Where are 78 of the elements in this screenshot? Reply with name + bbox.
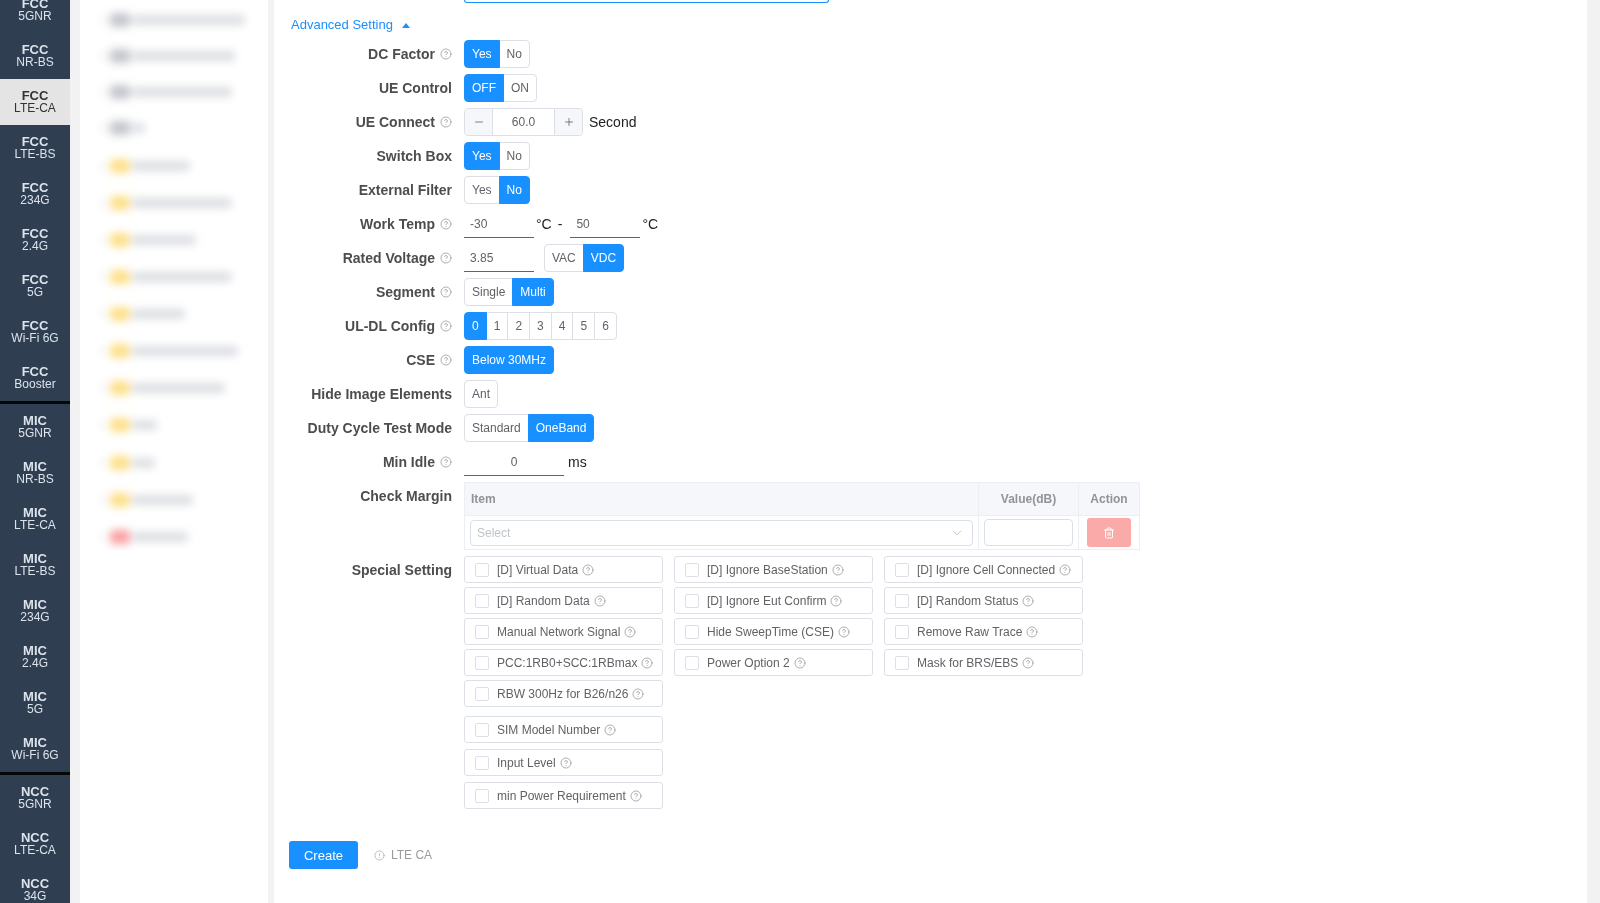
option-button[interactable]: No <box>498 142 530 170</box>
option-button[interactable]: Yes <box>464 176 500 204</box>
field-label: Check Margin <box>360 488 452 504</box>
checkbox[interactable] <box>475 722 489 737</box>
value-input-field[interactable] <box>984 519 1073 546</box>
input-field[interactable]: -30 <box>464 210 534 238</box>
checkbox[interactable] <box>685 624 699 639</box>
input-field[interactable] <box>464 0 829 3</box>
option-button[interactable]: Ant <box>464 380 498 408</box>
checkbox-option[interactable]: min Power Requirement <box>464 782 663 809</box>
checkbox-option[interactable]: [D] Random Status <box>884 587 1083 614</box>
checkbox-option[interactable]: [D] Ignore Cell Connected <box>884 556 1083 583</box>
option-button[interactable]: 5 <box>572 312 596 340</box>
exclamation-circle-icon <box>374 849 385 861</box>
field-label: CSE <box>406 352 435 368</box>
checkbox[interactable] <box>895 624 909 639</box>
column-header: Item <box>465 483 979 516</box>
checkbox-option[interactable]: [D] Ignore Eut Confirm <box>674 587 873 614</box>
trash-icon <box>1103 526 1115 539</box>
checkbox[interactable] <box>475 593 489 608</box>
field-label: UE Connect <box>355 114 435 130</box>
option-button[interactable]: Single <box>464 278 514 306</box>
option-button[interactable]: 6 <box>594 312 617 340</box>
sidebar-item[interactable]: FCC LTE-CA <box>0 79 70 125</box>
checkbox[interactable] <box>895 593 909 608</box>
checkbox[interactable] <box>475 788 489 803</box>
unit-label: °C <box>642 216 659 232</box>
checkbox-option[interactable]: [D] Random Data <box>464 587 663 614</box>
option-button[interactable]: No <box>498 40 530 68</box>
checkbox-option[interactable]: [D] Virtual Data <box>464 556 663 583</box>
checkbox[interactable] <box>685 562 699 577</box>
checkbox[interactable] <box>895 655 909 670</box>
field-label: Duty Cycle Test Mode <box>307 420 452 436</box>
field-label: Segment <box>375 284 435 300</box>
option-button[interactable]: 2 <box>507 312 531 340</box>
option-button[interactable]: Standard <box>464 414 529 442</box>
checkbox[interactable] <box>685 655 699 670</box>
field-label: Min Idle <box>382 454 435 470</box>
checkbox[interactable] <box>475 655 489 670</box>
checkbox[interactable] <box>475 562 489 577</box>
field-label: Hide Image Elements <box>311 386 452 402</box>
option-button[interactable]: 3 <box>529 312 552 340</box>
range-separator: - <box>557 216 563 232</box>
checkbox-option[interactable]: Hide SweepTime (CSE) <box>674 618 873 645</box>
field-label: Switch Box <box>376 148 452 164</box>
field-label: External Filter <box>358 182 452 198</box>
field-label: UL-DL Config <box>345 318 435 334</box>
checkbox-option[interactable]: Input Level <box>464 749 663 776</box>
checkbox-option[interactable]: Manual Network Signal <box>464 618 663 645</box>
unit-label: ms <box>568 454 587 470</box>
option-button[interactable]: ON <box>503 74 537 102</box>
checkbox-option[interactable]: PCC:1RB0+SCC:1RBmax <box>464 649 663 676</box>
checkbox[interactable] <box>895 562 909 577</box>
checkbox[interactable] <box>475 755 489 770</box>
checkbox[interactable] <box>475 624 489 639</box>
field-label: DC Factor <box>368 46 435 62</box>
checkbox[interactable] <box>685 593 699 608</box>
field-label: Special Setting <box>351 562 452 578</box>
checkbox-option[interactable]: Remove Raw Trace <box>884 618 1083 645</box>
field-label: Rated Voltage <box>342 250 435 266</box>
advanced-setting-toggle[interactable]: Advanced Setting <box>291 17 410 33</box>
checkbox[interactable] <box>475 686 489 701</box>
checkbox-option[interactable]: Power Option 2 <box>674 649 873 676</box>
checkbox-option[interactable]: Mask for BRS/EBS <box>884 649 1083 676</box>
checkbox-option[interactable]: [D] Ignore BaseStation <box>674 556 873 583</box>
input-field[interactable]: 3.85 <box>464 244 534 272</box>
column-header: Value(dB) <box>979 483 1079 516</box>
input-field[interactable]: 50 <box>570 210 641 238</box>
input-field[interactable]: 0 <box>464 448 564 476</box>
option-button[interactable]: VAC <box>544 244 584 272</box>
field-label: Work Temp <box>360 216 435 232</box>
hint-text: LTE CA <box>391 848 433 862</box>
column-header: Action <box>1079 483 1140 516</box>
checkbox-option[interactable]: SIM Model Number <box>464 716 663 743</box>
checkbox-option[interactable]: RBW 300Hz for B26/n26 <box>464 680 663 707</box>
unit-label: Second <box>589 114 637 130</box>
field-label: UE Control <box>378 80 452 96</box>
unit-label: °C <box>536 216 552 232</box>
